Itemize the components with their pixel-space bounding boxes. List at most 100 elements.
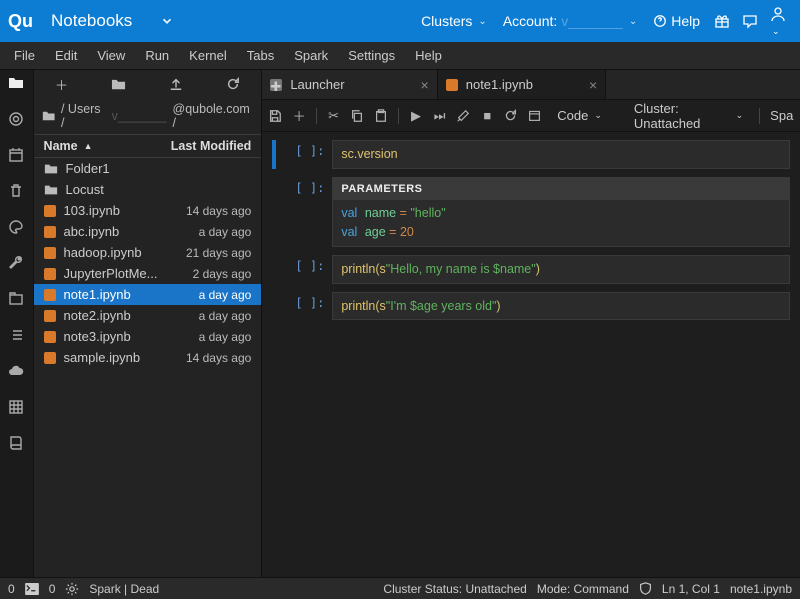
close-icon[interactable]: × xyxy=(421,77,429,93)
menu-kernel[interactable]: Kernel xyxy=(181,44,235,67)
menu-run[interactable]: Run xyxy=(137,44,177,67)
menu-help[interactable]: Help xyxy=(407,44,450,67)
mode[interactable]: Mode: Command xyxy=(537,582,629,596)
trash-icon[interactable] xyxy=(7,182,25,200)
calendar-icon[interactable] xyxy=(528,109,542,122)
tabs-icon[interactable] xyxy=(7,290,25,308)
book-icon[interactable] xyxy=(7,434,25,452)
add-icon[interactable]: ＋ xyxy=(292,106,306,125)
notebooks-crumb[interactable]: Notebooks xyxy=(51,11,132,31)
code-cell[interactable]: [ ]: println(s"I'm $age years old") xyxy=(272,292,790,321)
stop-icon[interactable]: ■ xyxy=(480,108,494,123)
sort-asc-icon: ▲ xyxy=(84,141,93,151)
launcher-icon: ✚ xyxy=(270,79,282,91)
logo[interactable]: Qu xyxy=(8,11,33,32)
breadcrumb-root[interactable]: / Users / xyxy=(61,102,106,130)
gear-icon[interactable] xyxy=(65,582,79,596)
chevron-down-icon[interactable] xyxy=(160,14,174,28)
target-icon[interactable] xyxy=(7,110,25,128)
copy-icon[interactable] xyxy=(350,109,364,123)
kernel-status[interactable]: Spark | Dead xyxy=(89,582,159,596)
file-row[interactable]: JupyterPlotMe...2 days ago xyxy=(34,263,262,284)
code-cell[interactable]: [ ]: sc.version xyxy=(272,140,790,169)
magic-icon[interactable] xyxy=(456,109,470,123)
run-icon[interactable]: ▶ xyxy=(409,108,423,124)
fb-header[interactable]: Name▲ Last Modified xyxy=(34,134,262,158)
new-icon[interactable]: ＋ xyxy=(55,75,68,94)
breadcrumb-path[interactable]: @qubole.com / xyxy=(173,102,254,130)
breadcrumb[interactable]: / Users / v_______ @qubole.com / xyxy=(34,98,262,134)
tab-note1[interactable]: note1.ipynb × xyxy=(438,70,606,99)
clusters-menu[interactable]: Clusters⌄ xyxy=(421,13,487,29)
file-row[interactable]: 103.ipynb14 days ago xyxy=(34,200,262,221)
tabs: ✚ Launcher × note1.ipynb × xyxy=(262,70,800,100)
menu-edit[interactable]: Edit xyxy=(47,44,85,67)
notebook-icon xyxy=(446,79,458,91)
file-modified: a day ago xyxy=(199,330,252,344)
save-icon[interactable] xyxy=(268,109,282,123)
palette-icon[interactable] xyxy=(7,218,25,236)
list-icon[interactable] xyxy=(7,326,25,344)
notebook-icon xyxy=(44,331,56,343)
run-all-icon[interactable]: ⏭ xyxy=(433,108,447,124)
user-icon[interactable]: ⌄ xyxy=(770,6,786,37)
file-row[interactable]: note1.ipynba day ago xyxy=(34,284,262,305)
folder-icon[interactable] xyxy=(7,74,25,92)
menu-tabs[interactable]: Tabs xyxy=(239,44,282,67)
cluster-select[interactable]: Cluster: Unattached⌄ xyxy=(628,99,749,133)
code-cell[interactable]: [ ]: println(s"Hello, my name is $name") xyxy=(272,255,790,284)
upload-icon[interactable] xyxy=(169,77,183,91)
file-name: note2.ipynb xyxy=(64,308,131,323)
file-row[interactable]: hadoop.ipynb21 days ago xyxy=(34,242,262,263)
cut-icon[interactable]: ✂ xyxy=(327,108,341,124)
params-header: PARAMETERS xyxy=(333,178,789,201)
file-row[interactable]: note2.ipynba day ago xyxy=(34,305,262,326)
menu-view[interactable]: View xyxy=(89,44,133,67)
comment-icon[interactable] xyxy=(742,13,758,29)
new-folder-icon[interactable] xyxy=(111,77,126,92)
grid-icon[interactable] xyxy=(7,398,25,416)
cloud-icon[interactable] xyxy=(7,362,25,380)
celltype-select[interactable]: Code⌄ xyxy=(551,106,608,125)
notebook-icon xyxy=(44,205,56,217)
status-count1[interactable]: 0 xyxy=(8,582,15,596)
file-row[interactable]: sample.ipynb14 days ago xyxy=(34,347,262,368)
folder-icon xyxy=(42,109,55,123)
refresh-icon[interactable] xyxy=(226,77,240,91)
tab-launcher[interactable]: ✚ Launcher × xyxy=(262,70,437,99)
cluster-status[interactable]: Cluster Status: Unattached xyxy=(383,582,526,596)
account-menu[interactable]: Account:v_______⌄ xyxy=(503,13,637,29)
cursor-pos[interactable]: Ln 1, Col 1 xyxy=(662,582,720,596)
file-name: abc.ipynb xyxy=(64,224,120,239)
terminal-icon[interactable] xyxy=(25,583,39,595)
file-row[interactable]: Folder1 xyxy=(34,158,262,179)
paste-icon[interactable] xyxy=(374,109,388,123)
spark-label[interactable]: Spark xyxy=(770,108,794,123)
gift-icon[interactable] xyxy=(714,13,730,29)
notebook: [ ]: sc.version [ ]: PARAMETERSval name … xyxy=(262,132,800,577)
file-name: hadoop.ipynb xyxy=(64,245,142,260)
menu-settings[interactable]: Settings xyxy=(340,44,403,67)
notebook-icon xyxy=(44,268,56,280)
help-link[interactable]: Help xyxy=(653,13,700,29)
tab-label: Launcher xyxy=(290,77,344,92)
file-modified: a day ago xyxy=(199,225,252,239)
wrench-icon[interactable] xyxy=(7,254,25,272)
restart-icon[interactable] xyxy=(504,109,518,122)
close-icon[interactable]: × xyxy=(589,77,597,93)
cell-prompt: [ ]: xyxy=(284,255,324,284)
file-list: Folder1Locust103.ipynb14 days agoabc.ipy… xyxy=(34,158,262,577)
calendar-icon[interactable] xyxy=(7,146,25,164)
file-row[interactable]: note3.ipynba day ago xyxy=(34,326,262,347)
menu-file[interactable]: File xyxy=(6,44,43,67)
notebook-icon xyxy=(44,352,56,364)
file-name: JupyterPlotMe... xyxy=(64,266,158,281)
status-count2[interactable]: 0 xyxy=(49,582,56,596)
notebook-icon xyxy=(44,289,56,301)
menu-spark[interactable]: Spark xyxy=(286,44,336,67)
shield-icon[interactable] xyxy=(639,582,652,595)
file-row[interactable]: abc.ipynb a day ago xyxy=(34,221,262,242)
code-cell[interactable]: [ ]: PARAMETERSval name = "hello" val ag… xyxy=(272,177,790,247)
filename[interactable]: note1.ipynb xyxy=(730,582,792,596)
file-row[interactable]: Locust xyxy=(34,179,262,200)
